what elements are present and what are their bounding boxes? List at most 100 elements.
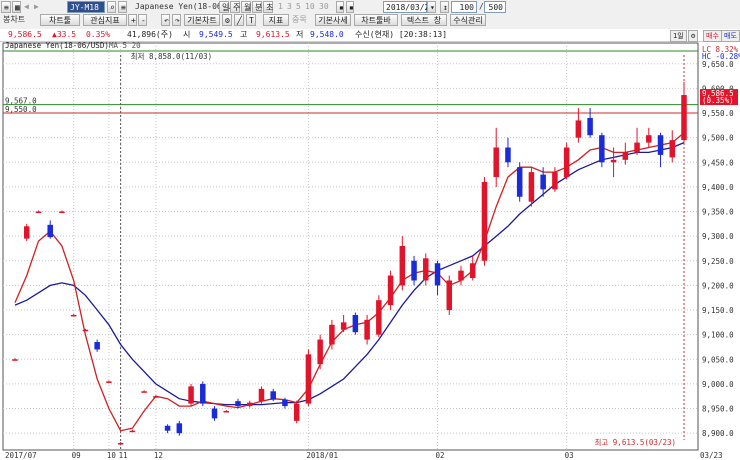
candle-body — [235, 401, 241, 407]
y-tick-label: 9,650.0 — [702, 60, 734, 69]
basic-quote-button[interactable]: 기본사세 — [315, 14, 351, 26]
y-tick-label: 9,100.0 — [702, 331, 734, 340]
period-second[interactable]: 초 — [263, 1, 273, 13]
candle-body — [141, 391, 147, 393]
zoom-out-icon[interactable]: - — [138, 14, 147, 26]
indicator-button[interactable]: 지표 — [263, 14, 289, 26]
settings-corner-icon[interactable]: ⚙ — [688, 30, 699, 42]
daily-button[interactable]: 1일 — [670, 30, 687, 42]
candle-body — [646, 135, 652, 143]
candle-body — [246, 402, 253, 407]
total-input[interactable]: 500 — [484, 1, 506, 13]
redo-icon[interactable]: ↷ — [172, 14, 181, 26]
search-icon[interactable]: ⌕ — [107, 1, 116, 13]
tick-10[interactable]: 10 — [305, 1, 315, 13]
y-tick-label: 9,450.0 — [702, 158, 734, 167]
low-label: 저 — [296, 30, 304, 39]
date-dropdown-icon[interactable]: ▾ — [427, 1, 436, 13]
candle-body — [59, 211, 65, 214]
x-tick-label: 02 — [436, 451, 445, 460]
candle-body — [364, 319, 370, 340]
open-label: 시 — [183, 30, 191, 39]
period-month[interactable]: 월 — [241, 1, 251, 13]
change-percent: 0.35% — [86, 30, 111, 39]
tick-1[interactable]: 1 — [278, 1, 283, 13]
candle-body — [505, 147, 511, 163]
candle-body — [270, 391, 276, 400]
candle-body — [622, 152, 629, 160]
menu-icon[interactable]: ≡ — [1, 1, 11, 13]
candle-body — [634, 142, 640, 153]
candle-body — [153, 396, 159, 398]
y-tick-label: 8,900.0 — [702, 429, 734, 438]
tick-30[interactable]: 30 — [319, 1, 329, 13]
settings-icon[interactable]: ⚙ — [222, 14, 232, 26]
candle-body — [681, 95, 687, 141]
candle-body — [117, 443, 124, 445]
undo-icon[interactable]: ↶ — [161, 14, 170, 26]
candle-body — [223, 411, 230, 413]
y-tick-label: 8,950.0 — [702, 405, 734, 414]
candle-body — [469, 263, 476, 279]
candle-body — [12, 359, 18, 361]
plot-frame — [2, 42, 699, 451]
candle-body — [188, 386, 194, 404]
candle-body — [317, 339, 323, 365]
candle-body — [329, 324, 335, 345]
volume: 41,896(주) — [127, 30, 173, 39]
date-input[interactable]: 2018/03/23 — [383, 1, 434, 13]
candle-body — [669, 140, 676, 158]
y-tick-label: 9,300.0 — [702, 232, 734, 241]
tick-5[interactable]: 5 — [296, 1, 301, 13]
candle-body — [493, 147, 499, 178]
high-label: 고 — [240, 30, 248, 39]
chart-tool-button[interactable]: 차트툴 — [40, 14, 80, 26]
legend-instrument: Japanese Yen(18-06/USD) — [5, 41, 109, 50]
sell-button[interactable]: 매도 — [721, 30, 740, 42]
favorite-indicator-button[interactable]: 관심지표 — [83, 14, 127, 26]
y-tick-label: 9,550.0 — [702, 109, 734, 118]
y-tick-label: 9,250.0 — [702, 257, 734, 266]
quote-bar: 9,586.5 ▲33.5 0.35% 41,896(주) 시 9,549.5 … — [0, 29, 740, 42]
candle-body — [587, 117, 593, 136]
candle-body — [446, 280, 453, 311]
candle-body — [258, 388, 265, 402]
candle-body — [70, 314, 77, 317]
lock-icon[interactable]: ▪ — [346, 1, 354, 13]
prev-icon[interactable]: ◀ — [24, 1, 29, 13]
basic-chart-button[interactable]: 기본차트 — [184, 14, 220, 26]
text-window-button[interactable]: 텍스트 창 — [401, 14, 447, 26]
formula-manager-button[interactable]: 수식관리 — [450, 14, 486, 26]
zoom-in-icon[interactable]: + — [128, 14, 137, 26]
x-tick-label: 09 — [72, 451, 81, 460]
period-week[interactable]: 주 — [230, 1, 240, 13]
candle-body — [540, 174, 546, 190]
period-day[interactable]: 일 — [219, 1, 229, 13]
y-tick-label: 9,500.0 — [702, 134, 734, 143]
calendar-icon[interactable]: ▪ — [336, 1, 344, 13]
current-price: 9,586.5 — [8, 30, 42, 39]
tick-3[interactable]: 3 — [287, 1, 292, 13]
chart-toolbar-button[interactable]: 차트툴바 — [354, 14, 398, 26]
high-price: 9,613.5 — [256, 30, 290, 39]
period-minute[interactable]: 분 — [252, 1, 262, 13]
price-chart[interactable]: 9,650.09,600.09,550.09,500.09,450.09,400… — [0, 0, 740, 460]
next-icon[interactable]: ▶ — [34, 1, 39, 13]
line-tool-icon[interactable]: ╱ — [234, 14, 244, 26]
candle-body — [176, 423, 183, 434]
y-tick-label: 9,350.0 — [702, 208, 734, 217]
candle-body — [211, 408, 218, 419]
item-button[interactable]: 중목 — [292, 14, 307, 26]
text-tool-icon[interactable]: T — [246, 14, 256, 26]
count-spin-icon[interactable]: ↕ — [440, 1, 449, 13]
candle-chart-button[interactable]: 봉차트 — [3, 14, 25, 26]
candle-body — [516, 167, 523, 197]
grid-icon[interactable]: ▦ — [12, 1, 21, 13]
count-input[interactable]: 100 — [451, 1, 477, 13]
ticker-icon[interactable]: ≡ — [118, 1, 127, 13]
candle-body — [458, 270, 464, 281]
candle-body — [376, 300, 382, 335]
product-code-input[interactable]: JY-M18 — [67, 1, 105, 13]
y-tick-label: 9,150.0 — [702, 306, 734, 315]
buy-button[interactable]: 매수 — [703, 30, 722, 42]
